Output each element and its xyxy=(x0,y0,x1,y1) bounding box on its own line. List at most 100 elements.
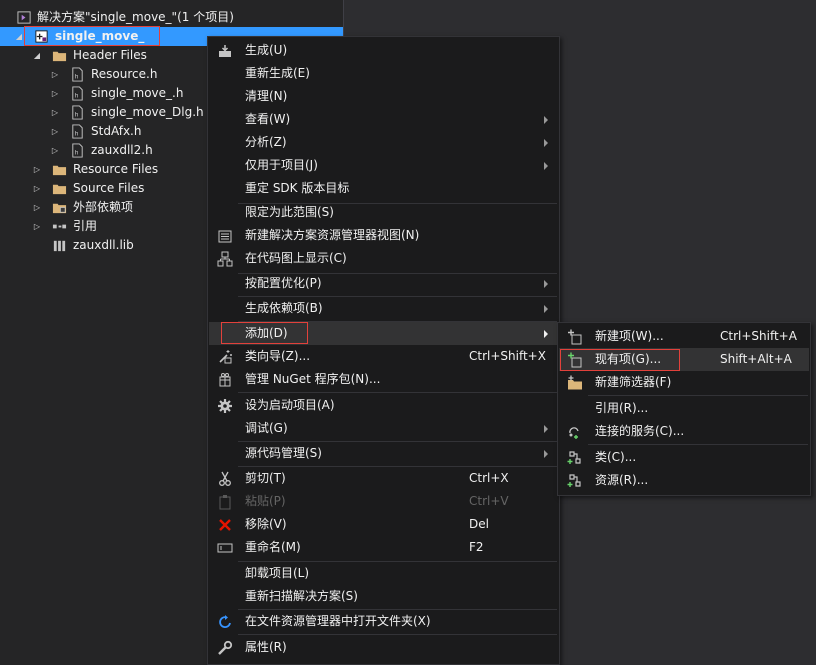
header-file-icon: h xyxy=(72,67,83,82)
menu-item-remove[interactable]: 移除(V) Del xyxy=(209,513,558,536)
menu-item-set-startup[interactable]: 设为启动项目(A) xyxy=(209,394,558,417)
menu-item-unload-project[interactable]: 卸载项目(L) xyxy=(209,562,558,585)
menu-item-clean[interactable]: 清理(N) xyxy=(209,85,558,108)
menu-item-build[interactable]: 生成(U) xyxy=(209,39,558,62)
menu-item-rename[interactable]: 重命名(M) F2 xyxy=(209,536,558,559)
menu-item-debug[interactable]: 调试(G) xyxy=(209,417,558,440)
existing-item-highlight-box xyxy=(560,349,680,371)
header-file-icon: h xyxy=(72,105,83,120)
lib-file-icon xyxy=(53,240,66,252)
tree-item-label: 引用 xyxy=(73,219,98,233)
menu-item-label: 重新扫描解决方案(S) xyxy=(245,589,358,603)
nuget-icon xyxy=(219,373,231,387)
menu-item-label: 源代码管理(S) xyxy=(245,446,322,460)
menu-item-paste[interactable]: 粘贴(P) Ctrl+V xyxy=(209,490,558,513)
collapsed-arrow-icon[interactable]: ▷ xyxy=(32,198,42,217)
menu-item-source-control[interactable]: 源代码管理(S) xyxy=(209,442,558,465)
menu-item-rebuild[interactable]: 重新生成(E) xyxy=(209,62,558,85)
expanded-arrow-icon[interactable]: ◢ xyxy=(32,46,42,65)
tree-item-label: Resource Files xyxy=(73,162,159,176)
submenu-item-label: 连接的服务(C)... xyxy=(595,424,685,438)
submenu-item-new-item[interactable]: 新建项(W)... Ctrl+Shift+A xyxy=(559,325,809,348)
menu-item-shortcut: Ctrl+V xyxy=(469,494,509,508)
menu-item-shortcut: Ctrl+Shift+X xyxy=(469,349,546,363)
add-submenu: 新建项(W)... Ctrl+Shift+A 现有项(G)... Shift+A… xyxy=(557,322,811,496)
menu-item-pgo[interactable]: 按配置优化(P) xyxy=(209,272,558,295)
menu-item-retarget-sdk[interactable]: 重定 SDK 版本目标 xyxy=(209,177,558,200)
menu-separator xyxy=(238,634,557,635)
references-icon xyxy=(52,224,67,229)
menu-item-cut[interactable]: 剪切(T) Ctrl+X xyxy=(209,467,558,490)
folder-icon xyxy=(52,51,67,62)
submenu-separator xyxy=(588,395,808,396)
submenu-item-shortcut: Shift+Alt+A xyxy=(720,352,792,366)
menu-item-label: 调试(G) xyxy=(245,421,288,435)
svg-text:h: h xyxy=(75,111,79,118)
collapsed-arrow-icon[interactable]: ▷ xyxy=(32,160,42,179)
build-icon xyxy=(219,45,231,57)
open-folder-icon xyxy=(219,615,231,628)
submenu-arrow-icon xyxy=(544,162,548,170)
menu-item-label: 重新生成(E) xyxy=(245,66,310,80)
svg-text:h: h xyxy=(75,92,79,99)
menu-item-label: 清理(N) xyxy=(245,89,288,103)
remove-icon xyxy=(219,519,231,531)
submenu-arrow-icon xyxy=(544,116,548,124)
submenu-item-reference[interactable]: 引用(R)... xyxy=(559,397,809,420)
solution-node[interactable]: 解决方案"single_move_"(1 个项目) xyxy=(0,8,343,27)
menu-item-label: 类向导(Z)... xyxy=(245,349,311,363)
menu-item-show-on-code-map[interactable]: 在代码图上显示(C) xyxy=(209,247,558,270)
resource-icon xyxy=(567,474,581,487)
code-map-icon xyxy=(217,251,233,267)
folder-icon xyxy=(52,165,67,176)
expanded-arrow-icon[interactable]: ◢ xyxy=(14,27,24,46)
collapsed-arrow-icon[interactable]: ▷ xyxy=(32,179,42,198)
menu-item-properties[interactable]: 属性(R) xyxy=(209,636,558,659)
collapsed-arrow-icon[interactable]: ▷ xyxy=(50,141,60,160)
menu-item-label: 分析(Z) xyxy=(245,135,287,149)
collapsed-arrow-icon[interactable]: ▷ xyxy=(50,103,60,122)
collapsed-arrow-icon[interactable]: ▷ xyxy=(50,84,60,103)
paste-icon xyxy=(219,495,231,510)
menu-item-view[interactable]: 查看(W) xyxy=(209,108,558,131)
submenu-item-connected-service[interactable]: 连接的服务(C)... xyxy=(559,420,809,443)
menu-item-label: 仅用于项目(J) xyxy=(245,158,318,172)
svg-text:h: h xyxy=(75,73,79,80)
tree-item-label: single_move_.h xyxy=(91,86,184,100)
menu-separator xyxy=(238,392,557,393)
menu-item-shortcut: F2 xyxy=(469,540,484,554)
menu-item-open-in-explorer[interactable]: 在文件资源管理器中打开文件夹(X) xyxy=(209,610,558,633)
submenu-item-class[interactable]: 类(C)... xyxy=(559,446,809,469)
menu-item-label: 重命名(M) xyxy=(245,540,301,554)
submenu-item-label: 类(C)... xyxy=(595,450,637,464)
add-highlight-box xyxy=(221,322,308,344)
gear-icon xyxy=(218,399,232,413)
external-deps-icon xyxy=(52,203,67,214)
submenu-item-label: 新建筛选器(F) xyxy=(595,375,672,389)
menu-item-analyze[interactable]: 分析(Z) xyxy=(209,131,558,154)
collapsed-arrow-icon[interactable]: ▷ xyxy=(50,122,60,141)
menu-item-nuget[interactable]: 管理 NuGet 程序包(N)... xyxy=(209,368,558,391)
collapsed-arrow-icon[interactable]: ▷ xyxy=(32,217,42,236)
new-filter-icon xyxy=(568,375,582,390)
project-context-menu: 生成(U) 重新生成(E) 清理(N) 查看(W) 分析(Z) 仅用于项目(J)… xyxy=(207,36,560,665)
collapsed-arrow-icon[interactable]: ▷ xyxy=(50,65,60,84)
submenu-item-new-filter[interactable]: 新建筛选器(F) xyxy=(559,371,809,394)
menu-item-new-explorer-view[interactable]: 新建解决方案资源管理器视图(N) xyxy=(209,224,558,247)
menu-item-label: 设为启动项目(A) xyxy=(245,398,335,412)
submenu-item-resource[interactable]: 资源(R)... xyxy=(559,469,809,492)
menu-item-scope-to-this[interactable]: 限定为此范围(S) xyxy=(209,201,558,224)
header-file-icon: h xyxy=(72,124,83,139)
svg-text:h: h xyxy=(75,130,79,137)
menu-item-label: 按配置优化(P) xyxy=(245,276,322,290)
submenu-arrow-icon xyxy=(544,305,548,313)
tree-item-label: Header Files xyxy=(73,48,147,62)
menu-item-label: 剪切(T) xyxy=(245,471,286,485)
menu-item-project-only[interactable]: 仅用于项目(J) xyxy=(209,154,558,177)
menu-item-label: 重定 SDK 版本目标 xyxy=(245,181,350,195)
rename-icon xyxy=(217,543,233,553)
header-file-icon: h xyxy=(72,143,83,158)
menu-item-build-dependencies[interactable]: 生成依赖项(B) xyxy=(209,297,558,320)
menu-item-class-wizard[interactable]: 类向导(Z)... Ctrl+Shift+X xyxy=(209,345,558,368)
menu-item-rescan-solution[interactable]: 重新扫描解决方案(S) xyxy=(209,585,558,608)
